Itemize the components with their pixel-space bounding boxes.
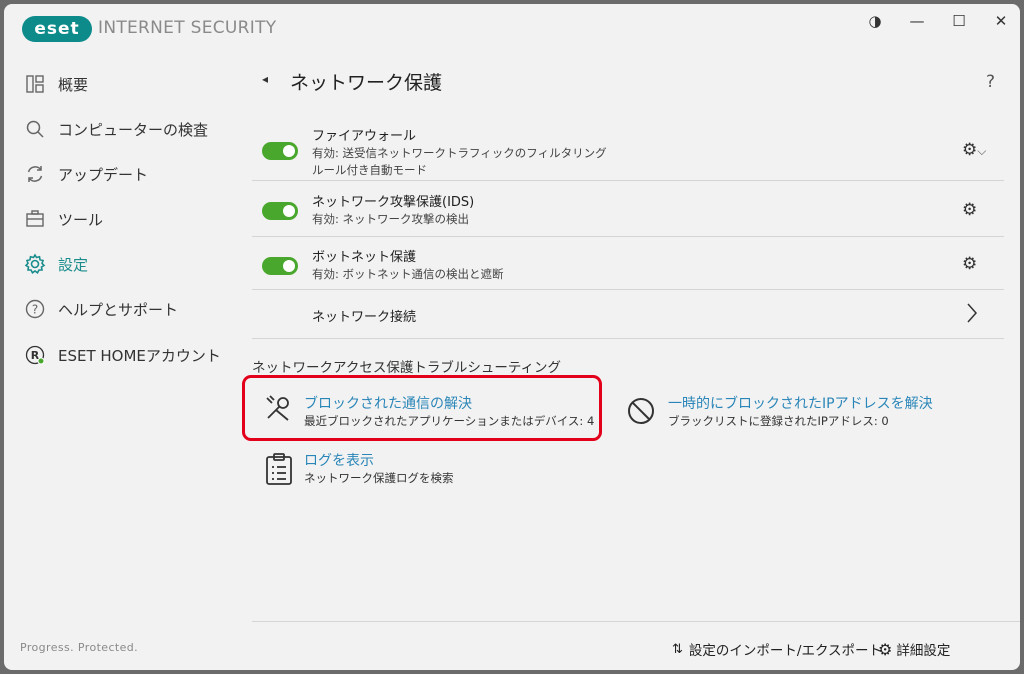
overview-icon xyxy=(24,73,46,95)
question-icon: ? xyxy=(24,298,46,320)
swap-arrows-icon: ⇅ xyxy=(672,641,683,657)
highlight-box xyxy=(242,375,602,441)
page-title: ネットワーク保護 xyxy=(290,72,443,94)
clipboard-icon xyxy=(264,452,294,490)
row-status: 有効: ネットワーク攻撃の検出 xyxy=(312,212,470,226)
card-subtitle: ブラックリストに登録されたIPアドレス: 0 xyxy=(668,414,889,428)
briefcase-icon xyxy=(24,208,46,230)
network-connections-row[interactable]: ネットワーク接続 xyxy=(252,290,1004,339)
help-icon[interactable]: ? xyxy=(986,72,995,92)
gear-icon xyxy=(24,253,46,275)
app-window: eset INTERNET SECURITY ◑ — ☐ ✕ 概要 コンピュータ… xyxy=(4,4,1020,670)
sidebar-item-update[interactable]: アップデート xyxy=(24,159,148,189)
svg-text:?: ? xyxy=(32,303,38,317)
card-subtitle: ネットワーク保護ログを検索 xyxy=(304,471,454,485)
gear-icon[interactable]: ⚙ xyxy=(962,200,977,220)
sidebar-item-overview[interactable]: 概要 xyxy=(24,69,88,99)
row-title: ネットワーク攻撃保護(IDS) xyxy=(312,195,475,210)
sidebar-item-label: 設定 xyxy=(58,255,89,274)
search-icon xyxy=(24,118,46,140)
sidebar-item-label: ツール xyxy=(58,210,104,229)
row-title: ファイアウォール xyxy=(312,129,417,144)
import-export-label: 設定のインポート/エクスポート xyxy=(688,643,883,659)
advanced-settings-label: 詳細設定 xyxy=(896,643,951,659)
botnet-row[interactable]: ボットネット保護 有効: ボットネット通信の検出と遮断 ⚙ xyxy=(252,237,1004,290)
sidebar-item-label: 概要 xyxy=(58,75,89,94)
sidebar-item-label: ヘルプとサポート xyxy=(58,300,179,319)
tagline: Progress. Protected. xyxy=(20,641,139,654)
footer-divider xyxy=(252,621,1020,622)
firewall-row[interactable]: ファイアウォール 有効: 送受信ネットワークトラフィックのフィルタリング ルール… xyxy=(252,116,1004,181)
row-title: ボットネット保護 xyxy=(312,250,417,265)
sidebar-item-eset-home[interactable]: R ESET HOMEアカウント xyxy=(24,340,221,370)
gear-icon: ⚙ xyxy=(878,639,893,659)
chevron-right-icon xyxy=(966,302,978,328)
maximize-button[interactable]: ☐ xyxy=(944,10,974,32)
refresh-icon xyxy=(24,163,46,185)
ids-toggle[interactable] xyxy=(262,202,298,220)
row-status: 有効: ボットネット通信の検出と遮断 xyxy=(312,267,504,281)
sidebar-item-label: アップデート xyxy=(58,165,149,184)
theme-toggle-icon[interactable]: ◑ xyxy=(860,10,890,32)
back-arrow-icon[interactable]: ◂ xyxy=(262,72,268,86)
sidebar-item-label: ESET HOMEアカウント xyxy=(58,346,221,365)
botnet-toggle[interactable] xyxy=(262,257,298,275)
firewall-toggle[interactable] xyxy=(262,142,298,160)
gear-icon[interactable]: ⚙⌵ xyxy=(962,140,986,160)
minimize-button[interactable]: — xyxy=(902,10,932,32)
resolve-blocked-ip-link[interactable]: 一時的にブロックされたIPアドレスを解決 xyxy=(668,393,933,413)
close-button[interactable]: ✕ xyxy=(986,10,1016,32)
ids-row[interactable]: ネットワーク攻撃保護(IDS) 有効: ネットワーク攻撃の検出 ⚙ xyxy=(252,181,1004,237)
row-mode: ルール付き自動モード xyxy=(312,163,427,177)
eset-logo: eset xyxy=(22,16,92,42)
sidebar-item-label: コンピューターの検査 xyxy=(58,120,209,139)
import-export-button[interactable]: ⇅ 設定のインポート/エクスポート xyxy=(672,639,883,660)
advanced-settings-button[interactable]: ⚙ 詳細設定 xyxy=(878,639,951,660)
blocked-icon xyxy=(626,396,656,430)
row-title: ネットワーク接続 xyxy=(312,310,417,325)
sidebar-item-tools[interactable]: ツール xyxy=(24,204,103,234)
account-icon: R xyxy=(24,344,46,366)
section-title: ネットワークアクセス保護トラブルシューティング xyxy=(252,360,562,376)
show-log-link[interactable]: ログを表示 xyxy=(304,450,374,470)
app-title: INTERNET SECURITY xyxy=(98,18,277,38)
sidebar-item-scan[interactable]: コンピューターの検査 xyxy=(24,114,208,144)
sidebar-item-help[interactable]: ? ヘルプとサポート xyxy=(24,294,178,324)
row-status: 有効: 送受信ネットワークトラフィックのフィルタリング xyxy=(312,146,607,160)
sidebar-item-settings[interactable]: 設定 xyxy=(24,249,88,279)
gear-icon[interactable]: ⚙ xyxy=(962,254,977,274)
